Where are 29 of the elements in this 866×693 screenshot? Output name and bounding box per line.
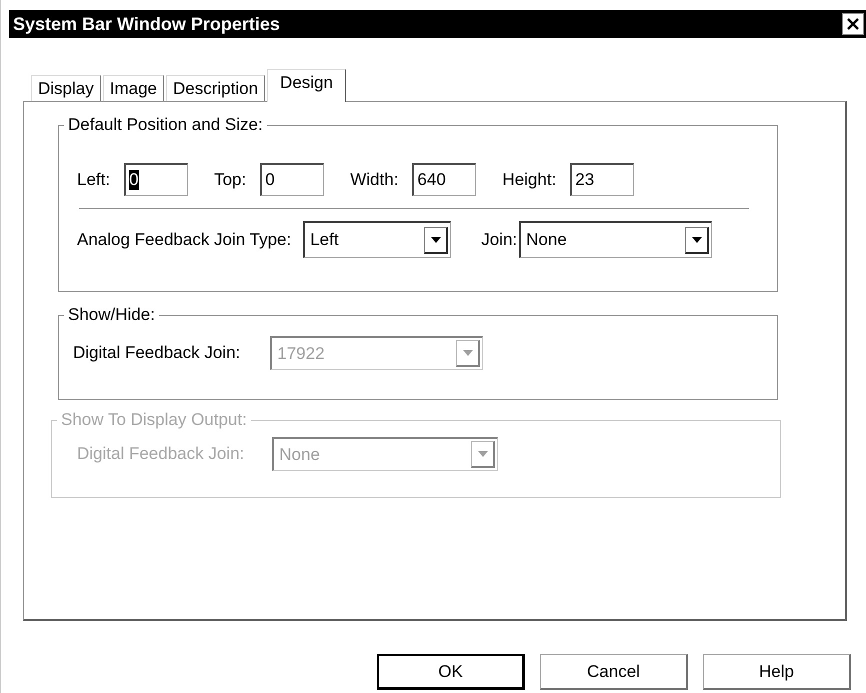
- dialog-button[interactable]: Cancel: [540, 654, 688, 690]
- input-field[interactable]: 640: [412, 163, 476, 196]
- input-field[interactable]: 0: [260, 163, 324, 196]
- field-label: Join:: [481, 230, 518, 250]
- dialog-button[interactable]: Help: [703, 654, 851, 690]
- field-label: Width:: [350, 170, 398, 190]
- field-label: Analog Feedback Join Type:: [77, 230, 292, 250]
- field-label: Height:: [502, 170, 556, 190]
- field-label: Top:: [214, 170, 246, 190]
- field-label: Digital Feedback Join:: [77, 444, 244, 464]
- dropdown[interactable]: Left: [303, 221, 452, 258]
- input-field[interactable]: 0: [124, 163, 188, 196]
- input-field[interactable]: 23: [570, 163, 634, 196]
- field-label: Left:: [77, 170, 110, 190]
- close-button[interactable]: [842, 13, 864, 35]
- dropdown-arrow-icon: [462, 350, 473, 356]
- group-title: Show To Display Output:: [57, 410, 251, 430]
- close-icon: [845, 16, 861, 32]
- tab[interactable]: Display: [31, 75, 101, 101]
- dropdown-arrow-icon: [692, 236, 702, 242]
- tab[interactable]: Design: [267, 69, 346, 102]
- window-title: System Bar Window Properties: [13, 14, 280, 34]
- dropdown-arrow-icon: [430, 236, 441, 242]
- tab[interactable]: Description: [166, 75, 266, 101]
- dropdown-arrow-icon: [478, 451, 488, 457]
- dialog-button[interactable]: OK: [377, 654, 525, 690]
- tab[interactable]: Image: [102, 75, 164, 101]
- field-label: Digital Feedback Join:: [73, 343, 240, 363]
- dropdown[interactable]: None: [519, 221, 712, 258]
